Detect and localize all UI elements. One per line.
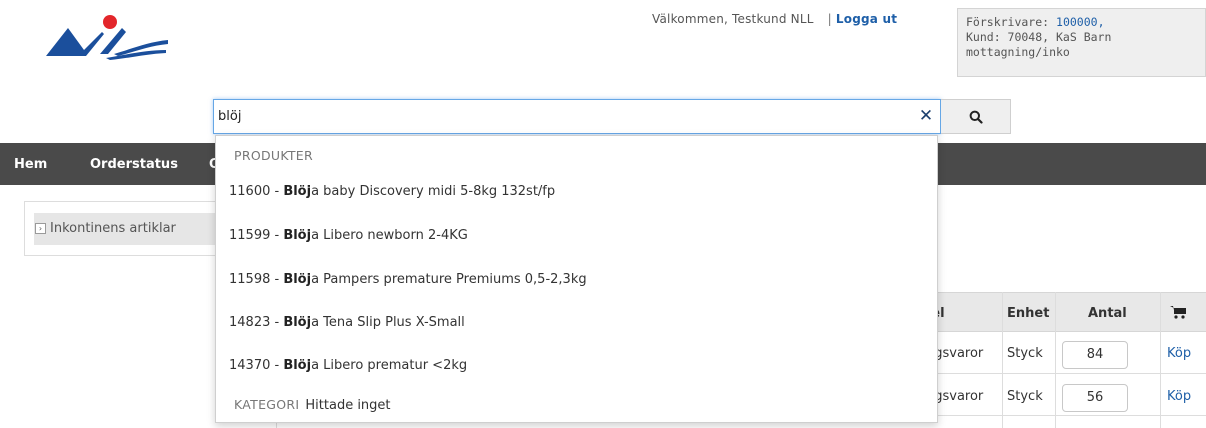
match-text: Blöj: [283, 228, 312, 243]
customer-line-2: mottagning/inko: [966, 45, 1070, 59]
welcome-text: Välkommen, Testkund NLL: [652, 12, 814, 26]
product-name: a Libero newborn 2-4KG: [311, 228, 468, 243]
suggestion-item[interactable]: 11599 - Blöja Libero newborn 2-4KG: [216, 214, 937, 258]
prescriber-box: Förskrivare: 100000, Kund: 70048, KaS Ba…: [957, 8, 1206, 77]
product-name: a baby Discovery midi 5-8kg 132st/fp: [311, 184, 556, 199]
suggestion-item[interactable]: 11600 - Blöja baby Discovery midi 5-8kg …: [216, 170, 937, 214]
close-icon[interactable]: ✕: [918, 108, 934, 125]
search-button[interactable]: [941, 99, 1011, 134]
products-header: PRODUKTER: [234, 148, 313, 163]
category-label: Inkontinens artiklar: [50, 221, 176, 236]
logout-link[interactable]: Logga ut: [836, 12, 897, 26]
search-box: ✕: [213, 99, 941, 134]
prescriber-id-link[interactable]: 100000,: [1056, 15, 1104, 29]
category-value: Hittade inget: [305, 398, 391, 413]
row-2-quantity-input[interactable]: 56: [1062, 384, 1128, 412]
product-code: 14823 -: [229, 315, 284, 330]
row-1-buy-link[interactable]: Köp: [1167, 346, 1191, 361]
search-input[interactable]: [214, 100, 904, 133]
category-label: KATEGORI: [234, 397, 300, 412]
col-divider: [1002, 292, 1003, 428]
match-text: Blöj: [283, 358, 312, 373]
product-code: 14370 -: [229, 358, 284, 373]
customer-line: Kund: 70048, KaS Barn: [966, 30, 1112, 44]
cart-icon: [1170, 306, 1186, 319]
row-2-unit: Styck: [1007, 389, 1043, 404]
logo-mark: [46, 28, 104, 56]
row-2-buy-link[interactable]: Köp: [1167, 389, 1191, 404]
suggestion-item[interactable]: 14823 - Blöja Tena Slip Plus X-Small: [216, 301, 937, 345]
separator: |: [827, 12, 832, 26]
col-divider: [1055, 292, 1056, 428]
suggestion-item[interactable]: 14370 - Blöja Libero prematur <2kg: [216, 344, 937, 388]
nav-item-orderstatus[interactable]: Orderstatus: [90, 157, 178, 172]
match-text: Blöj: [283, 184, 312, 199]
logo-red-dot: [103, 15, 117, 29]
match-text: Blöj: [283, 315, 312, 330]
nll-logo[interactable]: [44, 14, 168, 60]
prescriber-label: Förskrivare:: [966, 15, 1050, 29]
nav-item-home[interactable]: Hem: [14, 157, 47, 172]
expand-icon[interactable]: ›: [35, 223, 46, 234]
col-divider: [1160, 292, 1161, 428]
search-icon: [969, 110, 983, 124]
product-code: 11598 -: [229, 272, 284, 287]
autocomplete-dropdown: PRODUKTER 11600 - Blöja baby Discovery m…: [215, 135, 938, 423]
welcome-line: Välkommen, Testkund NLL | Logga ut: [652, 12, 897, 26]
product-code: 11599 -: [229, 228, 284, 243]
product-name: a Libero prematur <2kg: [311, 358, 468, 373]
suggestion-item[interactable]: 11598 - Blöja Pampers premature Premiums…: [216, 258, 937, 302]
product-name: a Pampers premature Premiums 0,5-2,3kg: [311, 272, 587, 287]
match-text: Blöj: [283, 272, 312, 287]
row-1-quantity-input[interactable]: 84: [1062, 341, 1128, 369]
header-quantity: Antal: [1088, 306, 1127, 321]
category-result: KATEGORI Hittade inget: [234, 397, 391, 413]
product-code: 11600 -: [229, 184, 284, 199]
row-1-unit: Styck: [1007, 346, 1043, 361]
header-unit: Enhet: [1007, 306, 1050, 321]
product-name: a Tena Slip Plus X-Small: [311, 315, 465, 330]
